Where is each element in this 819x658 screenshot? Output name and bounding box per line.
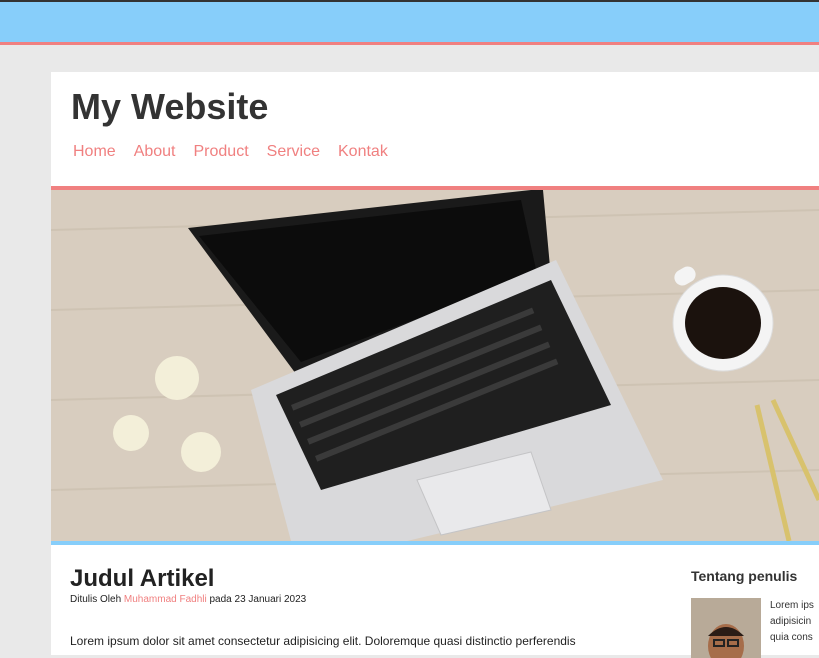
article-body: Lorem ipsum dolor sit amet consectetur a… (70, 634, 576, 648)
nav-product[interactable]: Product (194, 143, 249, 161)
site-header: My Website Home About Product Service Ko… (51, 72, 819, 190)
author-name: Muhammad Fadhli (123, 594, 207, 605)
sidebar-title: Tentang penulis (691, 568, 798, 584)
author-card: Lorem ips adipisicin quia cons (691, 598, 819, 658)
nav-about[interactable]: About (134, 143, 176, 161)
article-title: Judul Artikel (70, 565, 215, 592)
nav-kontak[interactable]: Kontak (338, 143, 388, 161)
hero-image (51, 190, 819, 545)
bio-line: adipisicin (770, 616, 812, 627)
meta-prefix: Ditulis Oleh (70, 594, 124, 605)
bio-line: Lorem ips (770, 600, 814, 611)
laptop-desk-illustration (51, 190, 819, 541)
nav-service[interactable]: Service (267, 143, 320, 161)
main-nav: Home About Product Service Kontak (73, 143, 406, 161)
avatar (691, 598, 761, 658)
page-container: My Website Home About Product Service Ko… (51, 72, 819, 658)
top-bar (0, 0, 819, 45)
site-title: My Website (71, 86, 269, 127)
bio-line: quia cons (770, 632, 813, 643)
meta-suffix: pada 23 Januari 2023 (206, 594, 307, 605)
article: Judul Artikel Ditulis Oleh Muhammad Fadh… (70, 565, 670, 649)
article-meta: Ditulis Oleh Muhammad Fadhli pada 23 Jan… (70, 594, 670, 605)
author-bio: Lorem ips adipisicin quia cons (770, 598, 814, 658)
nav-home[interactable]: Home (73, 143, 116, 161)
sidebar: Tentang penulis Lorem ips adipisicin qui… (691, 568, 819, 658)
